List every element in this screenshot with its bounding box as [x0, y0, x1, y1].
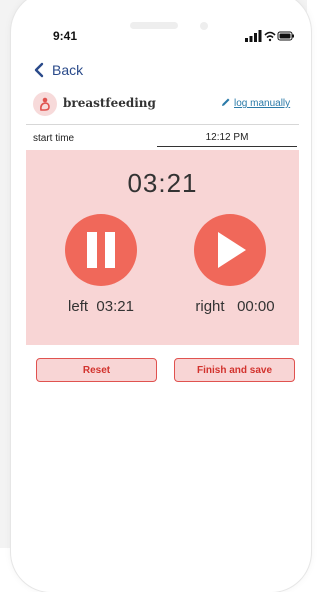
- divider: [26, 124, 299, 125]
- right-play-button[interactable]: [194, 214, 266, 286]
- left-pause-button[interactable]: [65, 214, 137, 286]
- signal-icon: [245, 30, 262, 42]
- back-label: Back: [52, 62, 84, 78]
- status-time: 9:41: [53, 29, 78, 43]
- header-row: breastfeeding log manually: [33, 92, 297, 118]
- right-side-timer: right 00:00: [180, 298, 290, 315]
- battery-icon: [277, 31, 294, 41]
- phone-background: 9:41 Back breastfeeding log manually sta…: [0, 0, 311, 592]
- chevron-left-icon: [34, 62, 44, 78]
- left-time: 03:21: [96, 298, 134, 315]
- finish-and-save-button[interactable]: Finish and save: [174, 358, 295, 382]
- log-manually-label: log manually: [234, 98, 291, 109]
- start-time-label: start time: [33, 133, 75, 144]
- total-timer: 03:21: [127, 168, 198, 198]
- wifi-icon: [264, 31, 276, 42]
- pencil-icon: [222, 98, 230, 106]
- start-time-field[interactable]: 12:12 PM: [157, 132, 297, 147]
- log-manually-link[interactable]: log manually: [221, 97, 290, 109]
- play-icon: [218, 232, 246, 268]
- reset-button[interactable]: Reset: [36, 358, 157, 382]
- pause-icon: [87, 232, 115, 268]
- page-title: breastfeeding: [63, 96, 156, 110]
- speaker-grille: [130, 22, 178, 29]
- left-side-timer: left 03:21: [46, 298, 156, 315]
- right-label: right: [195, 298, 225, 315]
- breastfeeding-icon: [33, 92, 57, 116]
- front-camera: [200, 22, 208, 30]
- back-button[interactable]: Back: [32, 60, 83, 80]
- status-icons: [245, 30, 294, 42]
- timer-panel: 03:21 left 03:21 right 00:00: [26, 150, 299, 345]
- right-time: 00:00: [237, 298, 275, 315]
- left-label: left: [68, 298, 89, 315]
